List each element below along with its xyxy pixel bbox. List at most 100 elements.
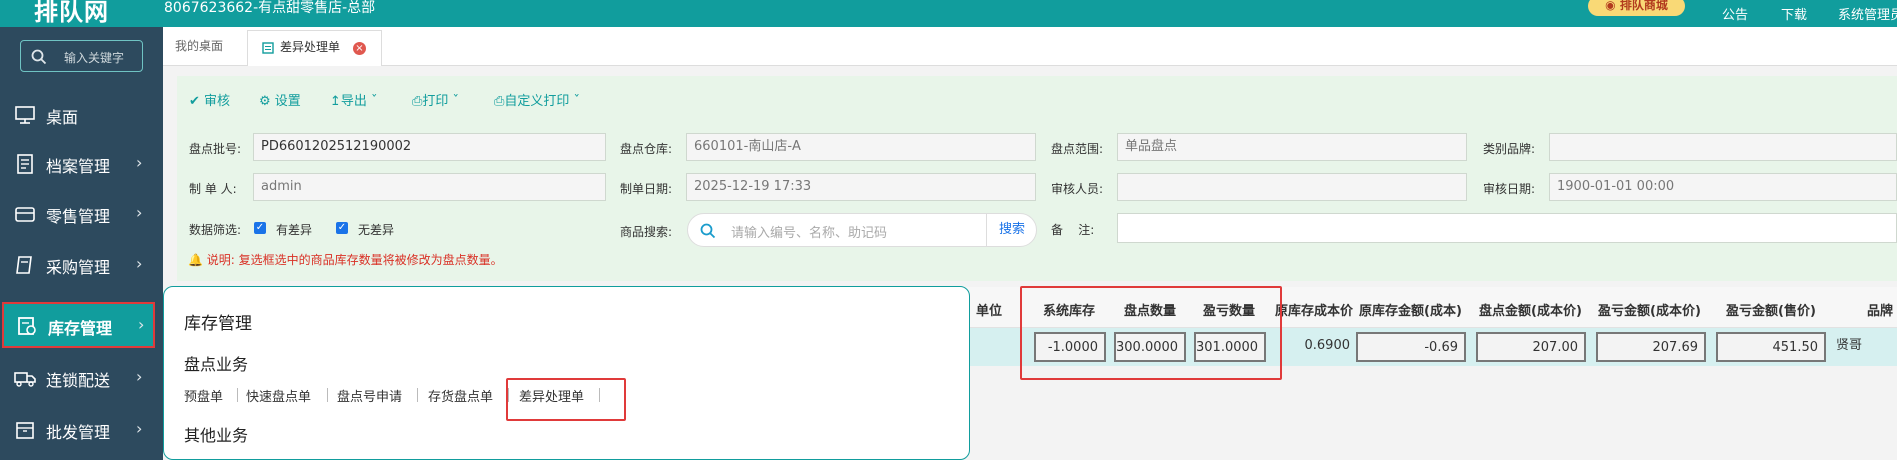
remark-field[interactable]	[1117, 213, 1897, 243]
notice-button[interactable]: 公告	[1722, 0, 1748, 23]
tab-label: 差异处理单	[280, 40, 341, 54]
search-icon	[31, 49, 47, 65]
tab-my-desktop[interactable]: 我的桌面	[175, 30, 223, 65]
auditor-label: 审核人员:	[1051, 182, 1104, 196]
settings-button[interactable]: ⚙ 设置	[259, 90, 301, 109]
app-logo: 排队网	[34, 0, 109, 26]
sidebar-item-label: 零售管理	[46, 207, 111, 226]
gear-icon: ⚙	[259, 94, 271, 109]
sidebar-item-purchase[interactable]: 采购管理 ›	[0, 241, 163, 289]
bell-icon: 🔔	[188, 253, 203, 267]
grid-header-count-amount: 盘点金额(成本价)	[1479, 304, 1582, 319]
link-stock-count[interactable]: 存货盘点单	[428, 386, 493, 405]
maker-field[interactable]: admin	[253, 173, 606, 201]
tab-diff-process[interactable]: 差异处理单 ×	[247, 30, 382, 67]
link-count-number-apply[interactable]: 盘点号申请	[337, 386, 402, 405]
inventory-submenu-popup: 库存管理 盘点业务 预盘单 快速盘点单 盘点号申请 存货盘点单 差异处理单 其他…	[163, 286, 970, 460]
sidebar-item-retail[interactable]: 零售管理 ›	[0, 190, 163, 238]
top-bar: 排队网 8067623662-有点甜零售店-总部 ◉ 排队商城 公告 下载 系统…	[0, 0, 1897, 27]
print-button[interactable]: ⎙打印 ˇ	[412, 90, 459, 109]
printer-icon: ⎙	[412, 94, 423, 109]
no-diff-label: 无差异	[358, 223, 395, 237]
bell-icon	[1722, 0, 1748, 4]
archive-icon	[17, 154, 33, 174]
chevron-right-icon: ›	[136, 419, 143, 438]
print-label: 打印	[422, 94, 449, 109]
audit-date-field[interactable]: 1900-01-01 00:00	[1549, 173, 1897, 201]
close-icon[interactable]: ×	[353, 42, 366, 55]
cell-count-amount[interactable]: 207.00	[1476, 332, 1586, 362]
user-label: 系统管理员	[1838, 8, 1897, 23]
printer-icon: ⎙	[494, 94, 505, 109]
grid-header-brand: 品牌	[1867, 304, 1894, 319]
sidebar-item-label: 桌面	[46, 108, 79, 127]
cell-diff-amount-price[interactable]: 451.50	[1716, 332, 1826, 362]
mall-button-label: 排队商城	[1619, 0, 1668, 12]
sidebar-item-desktop[interactable]: 桌面	[0, 91, 163, 139]
grid-header-diff-amount-cost: 盈亏金额(成本价)	[1598, 304, 1701, 319]
cell-brand: 贤哥	[1836, 338, 1863, 353]
cell-orig-amount[interactable]: -0.69	[1356, 332, 1466, 362]
cell-diff-amount-cost[interactable]: 207.69	[1596, 332, 1706, 362]
link-pre-count[interactable]: 预盘单	[184, 386, 223, 405]
range-field[interactable]: 单品盘点	[1117, 133, 1467, 161]
date-field[interactable]: 2025-12-19 17:33	[686, 173, 1036, 201]
grid-header-orig-cost: 原库存成本价	[1275, 304, 1354, 319]
filter-label: 数据筛选:	[189, 223, 242, 237]
chevron-right-icon: ›	[136, 367, 143, 386]
tab-bar: 我的桌面 差异处理单 ×	[163, 27, 1897, 67]
sidebar-item-label: 采购管理	[46, 258, 111, 277]
warehouse-field[interactable]: 660101-南山店-A	[686, 133, 1036, 161]
sidebar-item-chain-delivery[interactable]: 连锁配送 ›	[0, 354, 163, 402]
maker-label: 制 单 人:	[189, 182, 237, 196]
store-title: 8067623662-有点甜零售店-总部	[164, 0, 376, 16]
sidebar-search[interactable]: 输入关键字	[20, 40, 143, 72]
product-search-box: 请输入编号、名称、助记码 搜索	[687, 213, 1037, 247]
batch-field[interactable]: PD6601202512190002	[253, 133, 606, 161]
audit-date-label: 审核日期:	[1483, 182, 1536, 196]
link-quick-count[interactable]: 快速盘点单	[246, 386, 311, 405]
warehouse-label: 盘点仓库:	[620, 142, 673, 156]
sidebar-item-label: 连锁配送	[46, 371, 111, 390]
has-diff-label: 有差异	[276, 223, 313, 237]
check-icon: ✔	[189, 94, 200, 109]
has-diff-checkbox[interactable]: ✓	[254, 222, 266, 234]
audit-button[interactable]: ✔ 审核	[189, 90, 230, 109]
export-button[interactable]: ↥导出 ˇ	[330, 90, 378, 109]
export-label: 导出	[340, 94, 367, 109]
product-search-input[interactable]: 请输入编号、名称、助记码	[731, 222, 887, 241]
highlight-box-qty-columns	[1020, 286, 1282, 380]
chevron-down-icon: ˇ	[448, 94, 460, 109]
auditor-field[interactable]	[1117, 173, 1467, 201]
divider	[417, 388, 418, 402]
chevron-right-icon: ›	[136, 153, 143, 172]
no-diff-checkbox[interactable]: ✓	[336, 222, 348, 234]
sidebar-item-inventory[interactable]: 库存管理 ›	[2, 302, 155, 348]
register-icon	[15, 207, 35, 222]
mall-button[interactable]: ◉ 排队商城	[1588, 0, 1685, 16]
custom-print-button[interactable]: ⎙自定义打印 ˇ	[494, 90, 580, 109]
sidebar-item-label: 档案管理	[46, 157, 111, 176]
search-button[interactable]: 搜索	[986, 214, 1037, 246]
sidebar-item-wholesale[interactable]: 批发管理 ›	[0, 406, 163, 454]
brand-field[interactable]	[1549, 133, 1897, 161]
search-icon	[700, 223, 716, 239]
user-menu[interactable]: 系统管理员	[1838, 0, 1897, 23]
inventory-icon	[18, 317, 36, 335]
date-label: 制单日期:	[620, 182, 673, 196]
medal-icon: ◉	[1605, 0, 1616, 12]
audit-label: 审核	[204, 94, 231, 109]
remark-label: 备 注:	[1051, 223, 1095, 237]
sidebar-item-archive[interactable]: 档案管理 ›	[0, 140, 163, 188]
range-label: 盘点范围:	[1051, 142, 1104, 156]
truck-icon	[14, 372, 36, 387]
download-button[interactable]: 下载	[1781, 0, 1807, 23]
document-icon	[262, 42, 274, 54]
brand-label: 类别品牌:	[1483, 142, 1536, 156]
popup-section-count: 盘点业务	[184, 355, 249, 374]
notice-text: 🔔 说明: 复选框选中的商品库存数量将被修改为盘点数量。	[188, 251, 503, 268]
chevron-right-icon: ›	[136, 254, 143, 273]
user-icon	[1838, 0, 1897, 4]
download-icon	[1781, 0, 1807, 4]
divider	[237, 388, 238, 402]
